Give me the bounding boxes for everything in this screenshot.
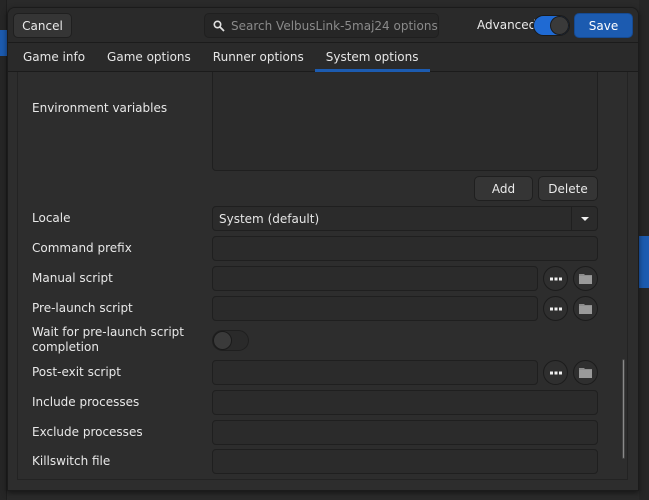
pre-launch-script-label: Pre-launch script (32, 301, 133, 315)
delete-env-button[interactable]: Delete (538, 176, 598, 201)
more-horizontal-icon (549, 371, 562, 374)
environment-variables-list[interactable] (212, 72, 598, 171)
folder-icon (579, 274, 592, 284)
post-exit-script-label: Post-exit script (32, 365, 122, 379)
post-exit-script-more-button[interactable] (543, 360, 568, 385)
folder-icon (579, 368, 592, 378)
manual-script-label: Manual script (32, 271, 113, 285)
folder-icon (579, 304, 592, 314)
add-env-button[interactable]: Add (474, 176, 533, 201)
manual-script-more-button[interactable] (543, 266, 568, 291)
include-processes-label: Include processes (32, 395, 140, 409)
background-window-edge (0, 0, 7, 500)
command-prefix-input[interactable] (212, 236, 598, 261)
toggle-knob (213, 331, 232, 350)
environment-variables-label: Environment variables (32, 101, 168, 115)
pre-launch-script-browse-button[interactable] (573, 296, 598, 321)
search-placeholder: Search VelbusLink-5maj24 options (231, 18, 438, 33)
background-window-accent-right (639, 236, 649, 288)
killswitch-file-input[interactable] (212, 449, 598, 474)
locale-value: System (default) (219, 211, 320, 226)
dialog-header: Cancel Search VelbusLink-5maj24 options … (8, 8, 638, 43)
cancel-button[interactable]: Cancel (13, 13, 72, 38)
toggle-knob (550, 16, 569, 35)
tab-game-info[interactable]: Game info (8, 43, 96, 72)
search-input[interactable]: Search VelbusLink-5maj24 options (204, 13, 439, 38)
game-options-dialog: Cancel Search VelbusLink-5maj24 options … (7, 7, 639, 491)
background-window-accent (0, 30, 7, 56)
manual-script-browse-button[interactable] (573, 266, 598, 291)
system-options-panel: Environment variables Add Delete Locale … (17, 72, 628, 480)
search-icon (213, 19, 225, 32)
tab-runner-options[interactable]: Runner options (202, 43, 315, 72)
more-horizontal-icon (549, 307, 562, 310)
post-exit-script-input[interactable] (212, 360, 538, 385)
locale-label: Locale (32, 211, 71, 225)
killswitch-file-label: Killswitch file (32, 454, 111, 468)
wait-pre-launch-label: Wait for pre-launch script completion (32, 325, 184, 354)
command-prefix-label: Command prefix (32, 241, 132, 255)
tab-system-options[interactable]: System options (314, 43, 430, 72)
save-button[interactable]: Save (574, 13, 633, 38)
scrollbar[interactable] (622, 359, 625, 459)
exclude-processes-label: Exclude processes (32, 425, 143, 439)
more-horizontal-icon (549, 277, 562, 280)
advanced-toggle[interactable] (533, 15, 570, 36)
wait-pre-launch-toggle[interactable] (212, 330, 249, 351)
locale-dropdown[interactable]: System (default) (212, 206, 598, 231)
tab-bar: Game info Game options Runner options Sy… (8, 43, 638, 72)
chevron-down-icon[interactable] (571, 207, 597, 230)
pre-launch-script-more-button[interactable] (543, 296, 568, 321)
pre-launch-script-input[interactable] (212, 296, 538, 321)
exclude-processes-input[interactable] (212, 420, 598, 445)
tab-game-options[interactable]: Game options (96, 43, 202, 72)
advanced-label: Advanced (477, 18, 537, 32)
post-exit-script-browse-button[interactable] (573, 360, 598, 385)
manual-script-input[interactable] (212, 266, 538, 291)
include-processes-input[interactable] (212, 390, 598, 415)
